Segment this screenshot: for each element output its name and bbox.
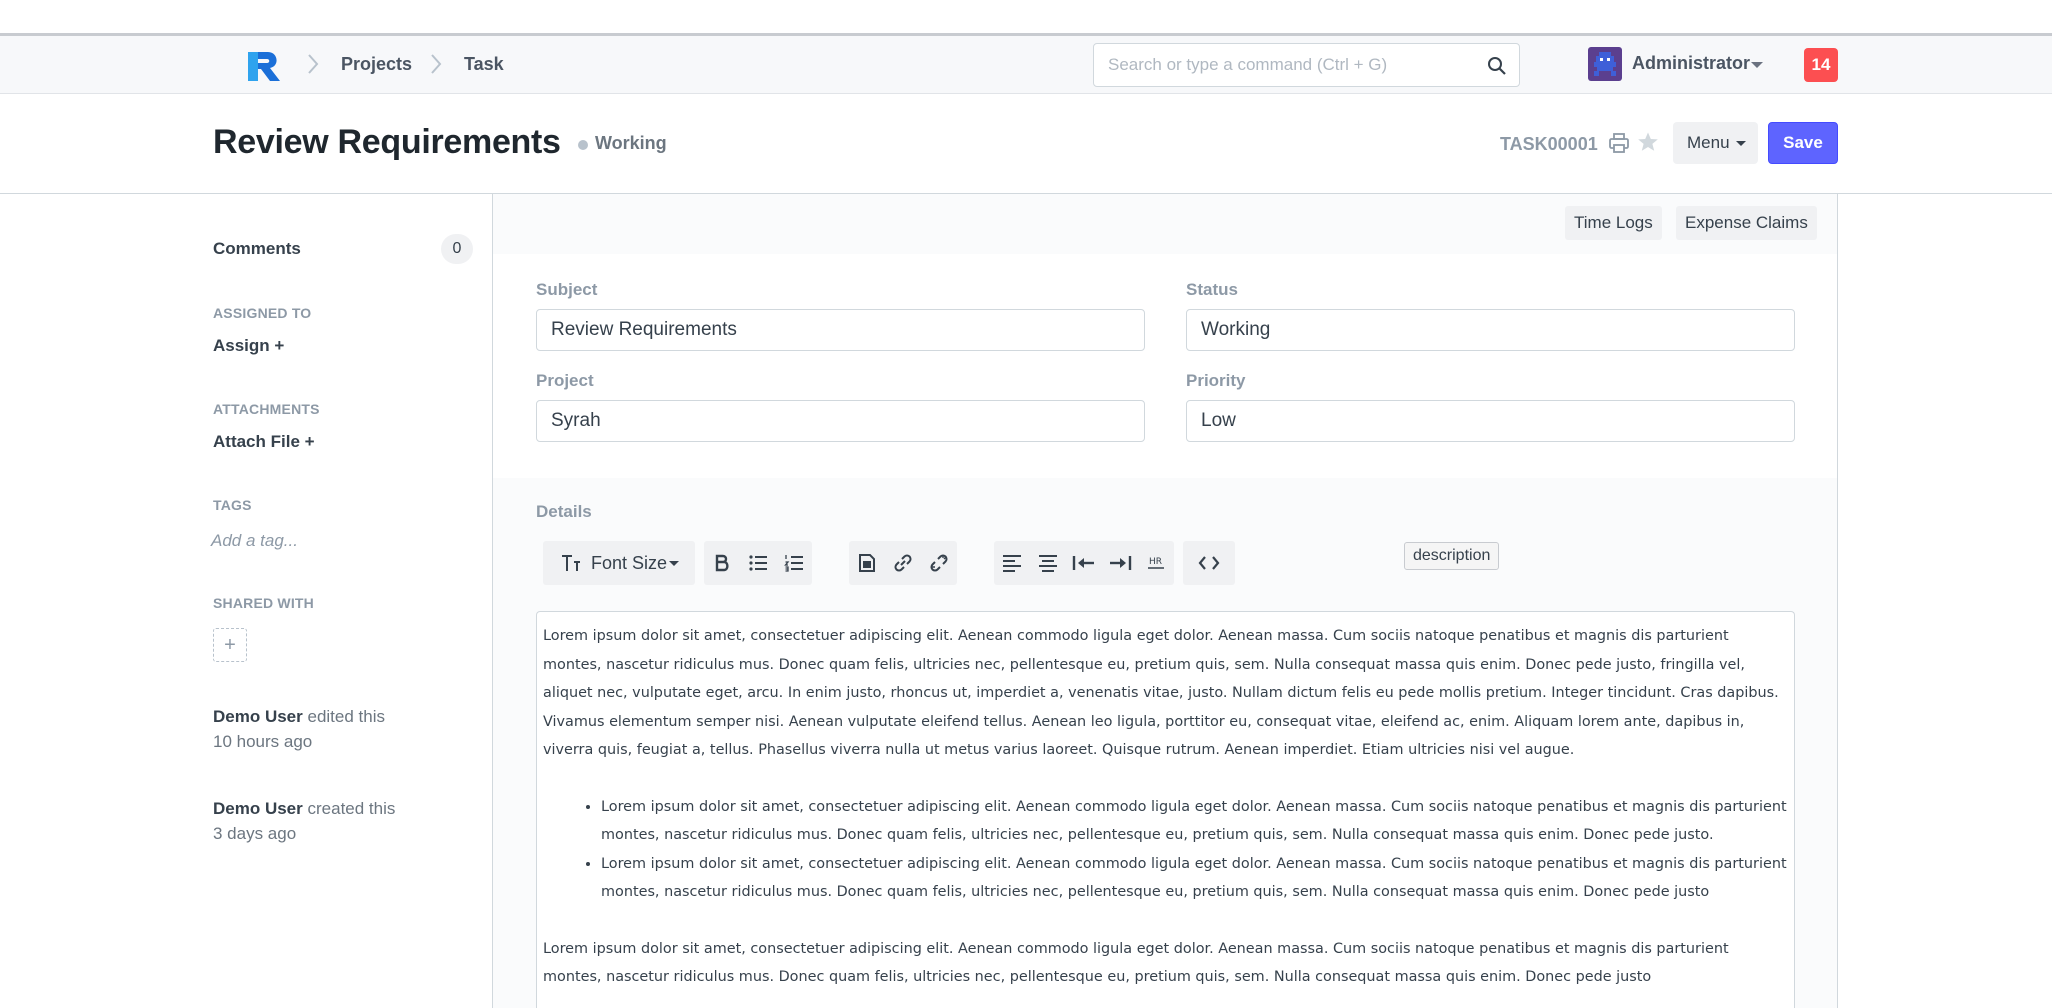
time-logs-link[interactable]: Time Logs	[1565, 206, 1662, 240]
svg-text:HR: HR	[1149, 557, 1162, 567]
align-center-icon[interactable]	[1030, 541, 1066, 585]
toolbar-group-insert	[849, 541, 957, 585]
document-id: TASK00001	[1500, 134, 1598, 154]
chevron-right-icon	[308, 54, 319, 74]
activity-action: edited this	[307, 707, 386, 726]
activity-item: Demo User created this 3 days ago	[213, 796, 473, 846]
activity-user[interactable]: Demo User	[213, 799, 303, 818]
assigned-to-label: ASSIGNED TO	[213, 305, 312, 321]
details-label: Details	[536, 502, 592, 521]
caret-down-icon	[669, 561, 679, 566]
attach-file-button[interactable]: Attach File +	[213, 432, 315, 452]
window-top-edge	[0, 0, 2052, 36]
attachments-label: ATTACHMENTS	[213, 401, 320, 417]
add-tag-input[interactable]: Add a tag...	[211, 531, 298, 551]
expense-claims-link[interactable]: Expense Claims	[1676, 206, 1817, 240]
font-size-dropdown[interactable]: Font Size	[591, 553, 667, 574]
editor-paragraph: Lorem ipsum dolor sit amet, consectetuer…	[543, 940, 1729, 986]
assign-button[interactable]: Assign +	[213, 336, 284, 356]
page-head: Review Requirements Working TASK00001 Me…	[0, 95, 2052, 194]
status-indicator-dot	[578, 140, 588, 150]
subject-input[interactable]	[536, 309, 1145, 351]
image-icon[interactable]	[849, 541, 885, 585]
editor-paragraph: Lorem ipsum dolor sit amet, consectetuer…	[543, 628, 1779, 758]
caret-down-icon[interactable]	[1751, 62, 1763, 68]
align-left-icon[interactable]	[994, 541, 1030, 585]
project-input[interactable]	[536, 400, 1145, 442]
app-logo-icon[interactable]	[244, 48, 286, 84]
toolbar-group-code	[1183, 541, 1235, 585]
editor-bullet-list: Lorem ipsum dolor sit amet, consectetuer…	[601, 793, 1788, 907]
tooltip: description	[1404, 542, 1500, 570]
link-icon[interactable]	[885, 541, 921, 585]
avatar-pixel-icon	[1594, 52, 1616, 76]
activity-user[interactable]: Demo User	[213, 707, 303, 726]
shared-with-label: SHARED WITH	[213, 595, 314, 611]
status-badge: Working	[595, 133, 667, 153]
form-links-bar: Time Logs Expense Claims	[493, 194, 1837, 254]
activity-action: created this	[307, 799, 396, 818]
numbered-list-icon[interactable]	[776, 541, 812, 585]
indent-icon[interactable]	[1102, 541, 1138, 585]
form-layout: Time Logs Expense Claims Subject Status …	[492, 194, 1838, 1008]
tags-label: TAGS	[213, 497, 252, 513]
status-label: Status	[1186, 280, 1238, 299]
comments-count-badge: 0	[441, 234, 473, 264]
bullet-list-icon[interactable]	[740, 541, 776, 585]
user-menu[interactable]: Administrator	[1632, 53, 1750, 74]
unlink-icon[interactable]	[921, 541, 957, 585]
horizontal-rule-icon[interactable]: HR	[1138, 541, 1174, 585]
search-box	[1093, 43, 1520, 87]
priority-label: Priority	[1186, 371, 1246, 390]
toolbar-group-style	[704, 541, 812, 585]
activity-item: Demo User edited this 10 hours ago	[213, 704, 473, 754]
navbar: Projects Task Administrator 14	[0, 36, 2052, 94]
activity-time: 10 hours ago	[213, 732, 313, 751]
activity-time: 3 days ago	[213, 824, 297, 843]
search-input[interactable]	[1094, 44, 1474, 86]
toolbar-group-paragraph: HR	[994, 541, 1174, 585]
star-icon[interactable]	[1637, 131, 1659, 153]
toolbar-group-font: Font Size	[543, 541, 695, 585]
page-title: Review Requirements	[213, 123, 561, 161]
breadcrumb-projects[interactable]: Projects	[341, 54, 412, 75]
list-item: Lorem ipsum dolor sit amet, consectetuer…	[601, 850, 1788, 907]
chevron-right-icon	[431, 54, 442, 74]
bold-icon[interactable]	[704, 541, 740, 585]
priority-select[interactable]	[1186, 400, 1795, 442]
breadcrumb-task[interactable]: Task	[464, 54, 504, 75]
add-share-button[interactable]: +	[213, 628, 247, 662]
avatar[interactable]	[1588, 47, 1622, 81]
list-item: Lorem ipsum dolor sit amet, consectetuer…	[601, 793, 1788, 850]
notification-badge[interactable]: 14	[1804, 48, 1838, 82]
project-label: Project	[536, 371, 594, 390]
outdent-icon[interactable]	[1066, 541, 1102, 585]
status-select[interactable]	[1186, 309, 1795, 351]
subject-label: Subject	[536, 280, 598, 299]
comments-link[interactable]: Comments	[213, 239, 301, 259]
search-icon[interactable]	[1487, 56, 1507, 76]
caret-down-icon	[1736, 141, 1746, 146]
font-size-icon[interactable]	[553, 541, 589, 585]
print-icon[interactable]	[1608, 132, 1630, 154]
code-view-icon[interactable]	[1191, 541, 1227, 585]
description-editor[interactable]: Lorem ipsum dolor sit amet, consectetuer…	[536, 611, 1795, 1008]
save-button[interactable]: Save	[1768, 122, 1838, 164]
